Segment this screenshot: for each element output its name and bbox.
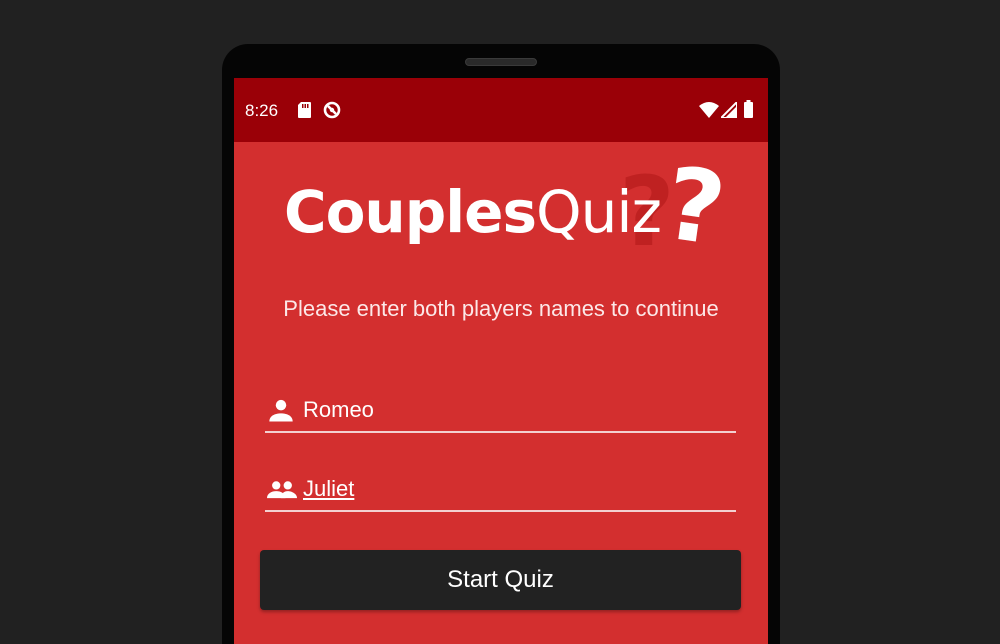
phone-speaker bbox=[465, 58, 537, 66]
wifi-icon bbox=[699, 102, 719, 118]
app-logo: ? CouplesQuiz ? bbox=[234, 145, 768, 274]
instructions-text: Please enter both players names to conti… bbox=[283, 296, 719, 321]
player2-name-field[interactable]: Juliet bbox=[265, 470, 736, 512]
signal-icon bbox=[721, 102, 737, 118]
logo-wordmark: CouplesQuiz bbox=[284, 178, 662, 246]
player2-name-input[interactable]: Juliet bbox=[303, 476, 354, 502]
player1-name-field[interactable]: Romeo bbox=[265, 391, 736, 433]
app-screen: 8:26 ? CouplesQuiz ? Please enter both p… bbox=[234, 78, 768, 644]
sd-card-icon bbox=[298, 102, 311, 118]
start-quiz-button[interactable]: Start Quiz bbox=[260, 550, 741, 610]
status-time: 8:26 bbox=[245, 101, 279, 120]
logo-wordmark-quiz: Quiz bbox=[535, 178, 662, 246]
person-icon bbox=[269, 399, 293, 422]
status-bar: 8:26 bbox=[234, 78, 768, 142]
people-icon bbox=[267, 481, 297, 499]
logo-wordmark-couples: Couples bbox=[284, 178, 537, 246]
data-saver-icon bbox=[323, 101, 341, 119]
battery-icon bbox=[744, 100, 753, 118]
player1-name-input[interactable]: Romeo bbox=[303, 397, 374, 423]
phone-frame: 8:26 ? CouplesQuiz ? Please enter both p… bbox=[222, 44, 780, 644]
